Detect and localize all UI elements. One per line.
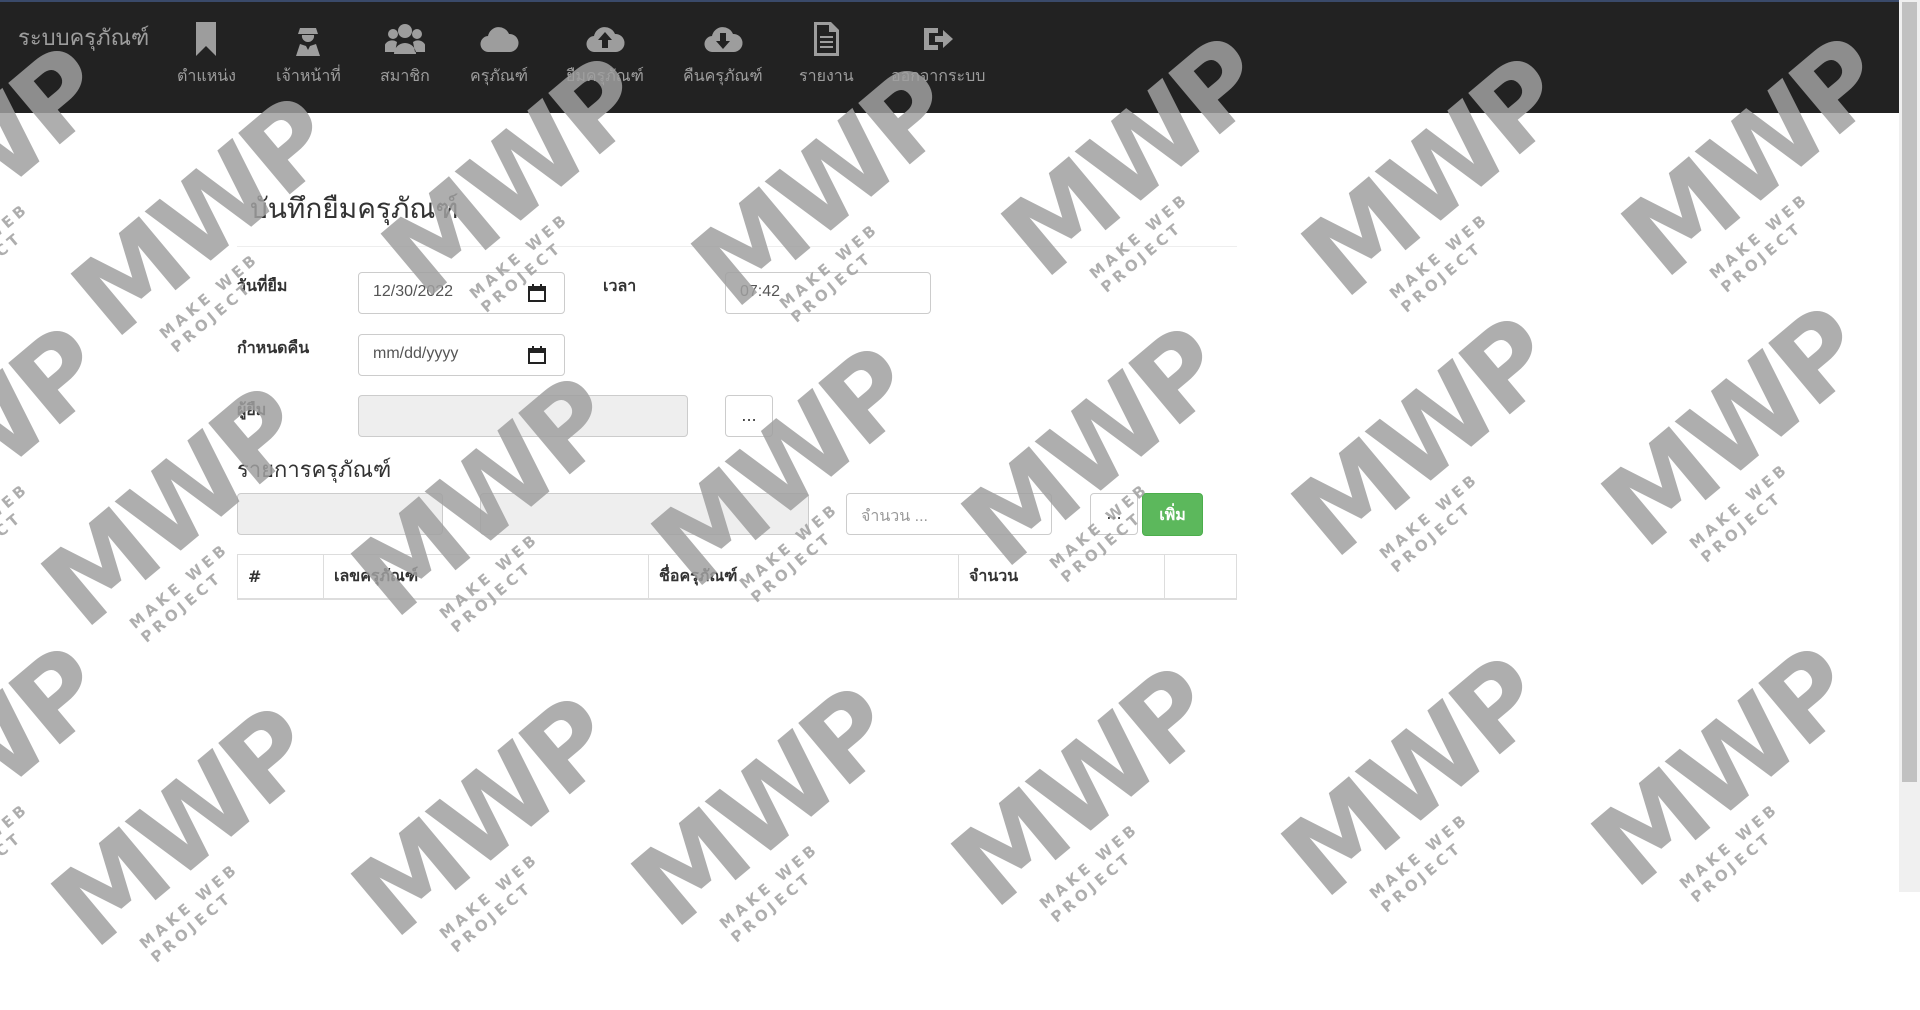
users-icon [381, 20, 429, 60]
nav-item-equipment[interactable]: ครุภัณฑ์ [470, 20, 528, 89]
items-section-title: รายการครุภัณฑ์ [237, 458, 392, 483]
watermark-logo: MWPMAKE WEB PROJECT [28, 684, 336, 1010]
watermark-logo-text: MWP [938, 304, 1246, 592]
nav-item-borrow[interactable]: ยืมครุภัณฑ์ [566, 20, 644, 89]
time-value: 07:42 [740, 283, 781, 300]
quantity-input[interactable]: จำนวน ... [846, 493, 1052, 535]
items-table: # เลขครุภัณฑ์ ชื่อครุภัณฑ์ จำนวน [237, 554, 1237, 600]
due-date-label: กำหนดคืน [237, 338, 310, 357]
nav-label-staff: เจ้าหน้าที่ [276, 66, 341, 85]
watermark-logo-text: MWP [48, 74, 356, 362]
watermark-tagline: MAKE WEB PROJECT [435, 849, 543, 957]
watermark-logo: MWPMAKE WEB PROJECT [1568, 624, 1876, 951]
equipment-name-input[interactable] [480, 493, 809, 535]
watermark-logo-text: MWP [608, 664, 916, 952]
nav-item-report[interactable]: รายงาน [799, 20, 854, 89]
watermark-logo-text: MWP [328, 674, 636, 962]
time-input[interactable]: 07:42 [725, 272, 931, 314]
nav-label-report: รายงาน [799, 66, 854, 85]
watermark-logo: MWPMAKE WEB PROJECT [1578, 284, 1886, 611]
col-header-quantity: จำนวน [958, 554, 1165, 600]
watermark-logo: MWPMAKE WEB PROJECT [19, 365, 326, 691]
nav-label-equipment: ครุภัณฑ์ [470, 66, 528, 85]
add-item-button[interactable]: เพิ่ม [1142, 493, 1203, 536]
page-title: บันทึกยืมครุภัณฑ์ [250, 192, 459, 225]
file-text-icon [802, 20, 850, 60]
nav-item-return[interactable]: คืนครุภัณฑ์ [683, 20, 763, 89]
top-navbar: ระบบครุภัณฑ์ ตำแหน่ง เจ้าหน้าที่ สมาชิก … [0, 0, 1899, 113]
table-header-row: # เลขครุภัณฑ์ ชื่อครุภัณฑ์ จำนวน [237, 554, 1237, 600]
nav-label-return: คืนครุภัณฑ์ [683, 66, 763, 85]
watermark-logo: MWPMAKE WEB PROJECT [48, 74, 356, 401]
browse-borrower-button[interactable]: ... [725, 395, 773, 437]
browse-equipment-button[interactable]: ... [1090, 493, 1138, 535]
nav-item-position[interactable]: ตำแหน่ง [177, 20, 236, 89]
watermark-logo-text: MWP [1568, 624, 1876, 912]
watermark-logo-text: MWP [1578, 284, 1886, 572]
scrollbar-thumb[interactable] [1902, 2, 1917, 782]
brand-title[interactable]: ระบบครุภัณฑ์ [18, 20, 149, 55]
watermark-logo: MWPMAKE WEB PROJECT [0, 624, 126, 951]
watermark-logo-text: MWP [1268, 294, 1576, 582]
borrower-input[interactable] [358, 395, 688, 437]
borrow-date-label: วันที่ยืม [237, 276, 288, 295]
watermark-tagline: MAKE WEB PROJECT [1705, 189, 1813, 297]
cloud-upload-icon [581, 20, 629, 60]
watermark-logo-text: MWP [0, 624, 126, 912]
borrow-date-value: 12/30/2022 [373, 283, 454, 300]
watermark-logo: MWPMAKE WEB PROJECT [1279, 35, 1586, 361]
watermark-logo-text: MWP [0, 304, 126, 592]
nav-item-logout[interactable]: ออกจากระบบ [891, 20, 985, 89]
watermark-logo: MWPMAKE WEB PROJECT [328, 674, 636, 1001]
nav-label-logout: ออกจากระบบ [891, 66, 986, 85]
nav-label-borrow: ยืมครุภัณฑ์ [566, 66, 644, 85]
col-header-actions [1164, 554, 1237, 600]
quantity-placeholder: จำนวน ... [861, 508, 928, 525]
sign-out-icon [914, 20, 962, 60]
equipment-code-input[interactable] [237, 493, 443, 535]
watermark-logo: MWPMAKE WEB PROJECT [0, 304, 126, 631]
watermark-tagline: MAKE WEB PROJECT [1375, 469, 1483, 577]
watermark-tagline: MAKE WEB PROJECT [1085, 189, 1193, 297]
watermark-tagline: MAKE WEB PROJECT [135, 859, 243, 967]
watermark-tagline: MAKE WEB PROJECT [1035, 819, 1143, 927]
user-secret-icon [284, 20, 332, 60]
nav-item-members[interactable]: สมาชิก [380, 20, 430, 89]
watermark-logo-text: MWP [28, 684, 336, 972]
watermark-tagline: MAKE WEB PROJECT [715, 839, 823, 947]
watermark-logo: MWPMAKE WEB PROJECT [1258, 634, 1566, 961]
calendar-icon[interactable] [528, 346, 546, 364]
watermark-tagline: MAKE WEB PROJECT [0, 799, 33, 907]
nav-item-staff[interactable]: เจ้าหน้าที่ [276, 20, 341, 89]
bookmark-icon [182, 20, 230, 60]
col-header-name: ชื่อครุภัณฑ์ [648, 554, 959, 600]
watermark-logo: MWPMAKE WEB PROJECT [928, 644, 1236, 971]
title-divider [237, 246, 1237, 247]
borrower-label: ผู้ยืม [237, 400, 267, 419]
watermark-tagline: MAKE WEB PROJECT [0, 199, 33, 307]
cloud-download-icon [699, 20, 747, 60]
nav-label-members: สมาชิก [380, 66, 430, 85]
watermark-tagline: MAKE WEB PROJECT [0, 479, 33, 587]
watermark-tagline: MAKE WEB PROJECT [1685, 459, 1793, 567]
col-header-code: เลขครุภัณฑ์ [323, 554, 649, 600]
nav-label-position: ตำแหน่ง [177, 66, 236, 85]
due-date-value: mm/dd/yyyy [373, 345, 459, 362]
watermark-tagline: MAKE WEB PROJECT [1675, 799, 1783, 907]
watermark-logo-text: MWP [928, 644, 1236, 932]
time-label: เวลา [603, 276, 637, 295]
vertical-scrollbar[interactable] [1899, 0, 1920, 892]
calendar-icon[interactable] [528, 284, 546, 302]
watermark-tagline: MAKE WEB PROJECT [1385, 209, 1493, 317]
due-date-input[interactable]: mm/dd/yyyy [358, 334, 565, 376]
watermark-logo: MWPMAKE WEB PROJECT [608, 664, 916, 991]
watermark-logo: MWPMAKE WEB PROJECT [669, 45, 976, 371]
col-header-index: # [237, 554, 324, 600]
borrow-date-input[interactable]: 12/30/2022 [358, 272, 565, 314]
cloud-icon [475, 20, 523, 60]
watermark-logo-text: MWP [1258, 634, 1566, 922]
watermark-logo: MWPMAKE WEB PROJECT [1268, 294, 1576, 621]
